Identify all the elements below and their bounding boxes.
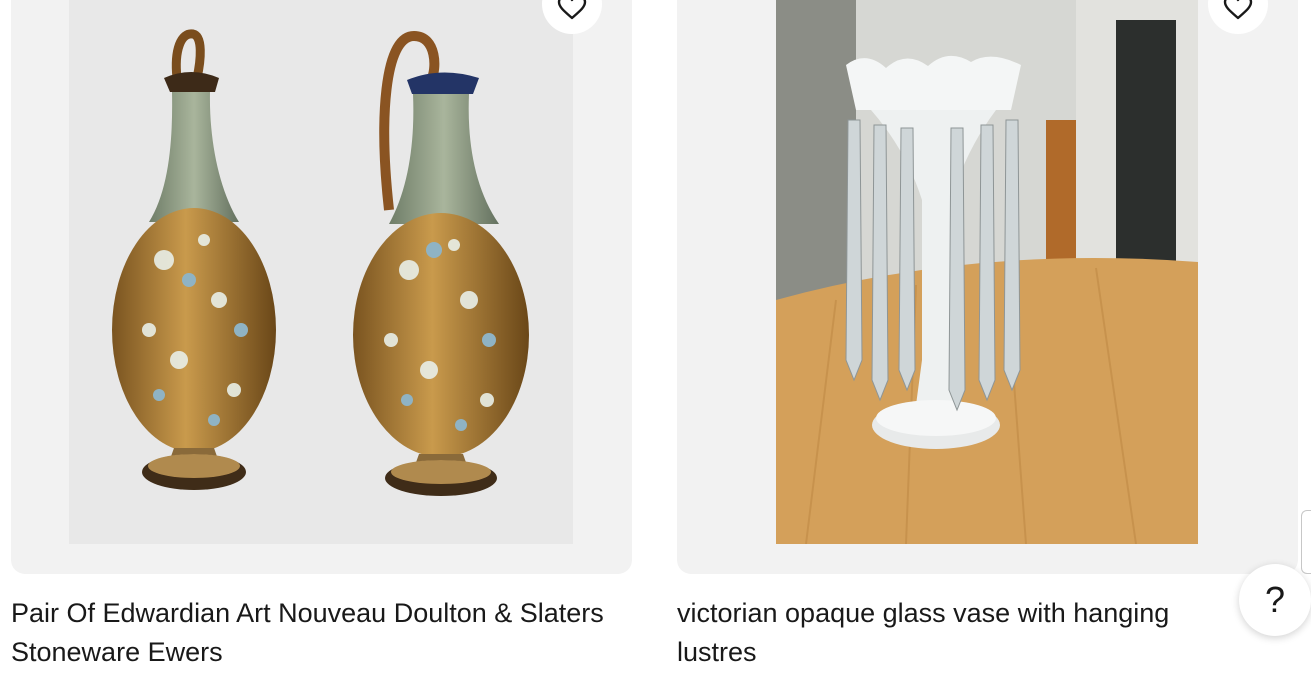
question-mark-icon: ? (1264, 579, 1286, 620)
listing-photo[interactable] (69, 0, 573, 544)
watch-button[interactable] (1208, 0, 1268, 34)
listing-card[interactable]: Pair Of Edwardian Art Nouveau Doulton & … (11, 0, 632, 672)
heart-icon (557, 0, 587, 20)
listing-title-link[interactable]: Pair Of Edwardian Art Nouveau Doulton & … (11, 594, 632, 672)
listing-title-link[interactable]: victorian opaque glass vase with hanging… (677, 594, 1237, 672)
listing-photo[interactable] (776, 0, 1198, 544)
listing-image-well[interactable] (11, 0, 632, 574)
side-panel-tab[interactable] (1301, 510, 1311, 574)
listing-card[interactable]: victorian opaque glass vase with hanging… (677, 0, 1298, 672)
listing-image-well[interactable] (677, 0, 1298, 574)
help-button[interactable]: ? (1239, 564, 1311, 636)
heart-icon (1223, 0, 1253, 20)
